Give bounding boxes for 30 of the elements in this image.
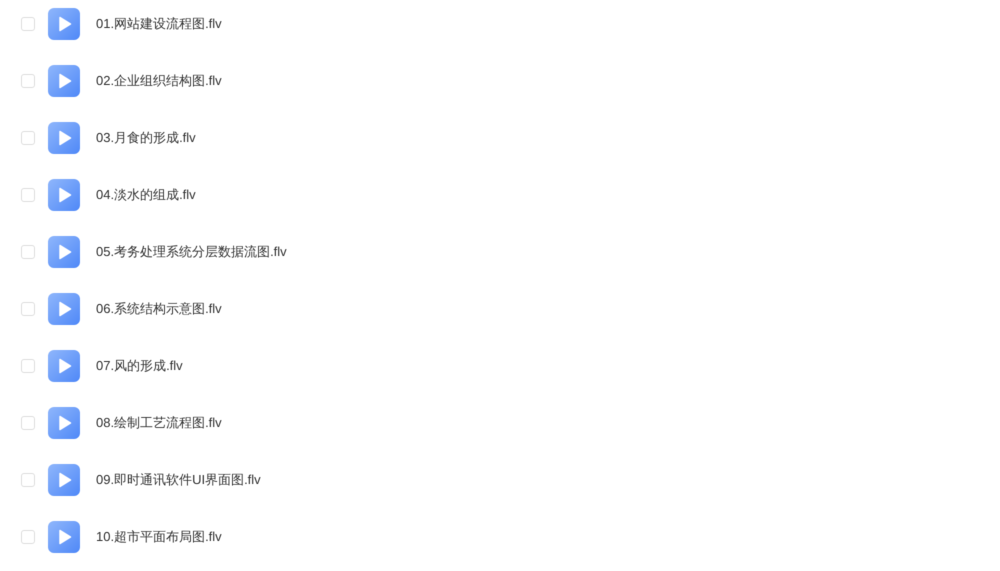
checkbox[interactable] [21,359,35,373]
video-file-icon [48,407,80,439]
video-file-icon [48,65,80,97]
file-name[interactable]: 02.企业组织结构图.flv [96,72,222,90]
file-name[interactable]: 03.月食的形成.flv [96,129,196,147]
file-name[interactable]: 01.网站建设流程图.flv [96,15,222,33]
checkbox[interactable] [21,188,35,202]
video-file-icon [48,122,80,154]
checkbox[interactable] [21,17,35,31]
video-file-icon [48,8,80,40]
file-name[interactable]: 05.考务处理系统分层数据流图.flv [96,243,287,261]
file-name[interactable]: 07.风的形成.flv [96,357,183,375]
checkbox[interactable] [21,245,35,259]
video-file-icon [48,236,80,268]
file-name[interactable]: 06.系统结构示意图.flv [96,300,222,318]
video-file-icon [48,464,80,496]
file-name[interactable]: 04.淡水的组成.flv [96,186,196,204]
checkbox[interactable] [21,473,35,487]
checkbox[interactable] [21,530,35,544]
file-name[interactable]: 08.绘制工艺流程图.flv [96,414,222,432]
file-name[interactable]: 09.即时通讯软件UI界面图.flv [96,471,261,489]
video-file-icon [48,293,80,325]
checkbox[interactable] [21,302,35,316]
file-name[interactable]: 10.超市平面布局图.flv [96,528,222,546]
checkbox[interactable] [21,416,35,430]
video-file-icon [48,521,80,553]
checkbox[interactable] [21,131,35,145]
video-file-icon [48,350,80,382]
video-file-icon [48,179,80,211]
checkbox[interactable] [21,74,35,88]
